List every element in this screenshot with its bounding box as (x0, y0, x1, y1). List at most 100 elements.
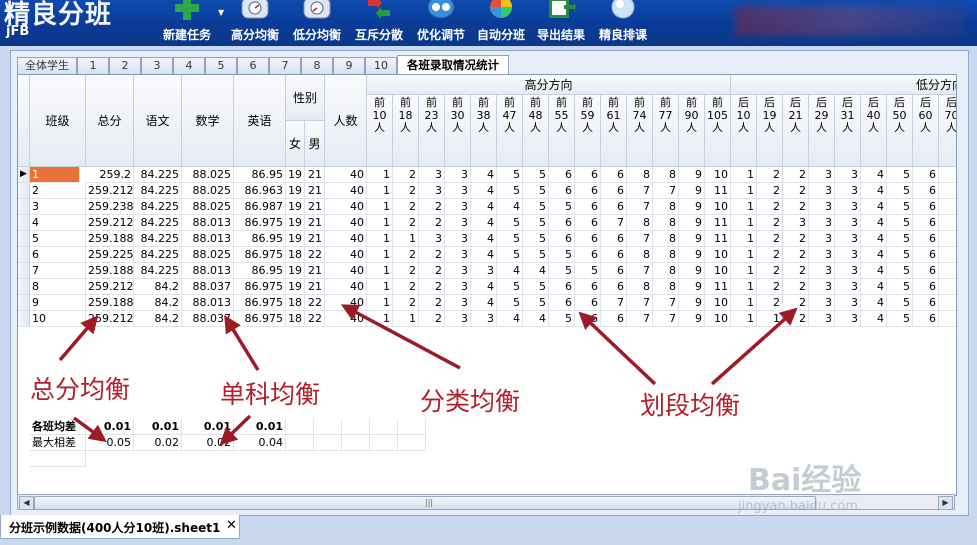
table-cell[interactable]: 4 (471, 215, 497, 231)
table-cell[interactable]: 5 (30, 231, 86, 247)
table-cell[interactable]: 2 (419, 263, 445, 279)
table-cell[interactable]: 8 (653, 231, 679, 247)
table-cell[interactable]: 6 (549, 183, 575, 199)
table-cell[interactable]: 86.975 (234, 215, 286, 231)
table-cell[interactable]: 6 (549, 295, 575, 311)
table-cell[interactable]: 1 (367, 167, 393, 183)
table-cell[interactable]: 2 (393, 263, 419, 279)
table-cell[interactable]: 3 (445, 199, 471, 215)
table-cell[interactable]: 1 (367, 215, 393, 231)
table-cell[interactable]: 6 (601, 183, 627, 199)
table-cell[interactable]: 21 (305, 167, 325, 183)
table-cell[interactable]: 1 (367, 279, 393, 295)
table-cell[interactable]: 4 (497, 199, 523, 215)
table-cell[interactable]: 2 (393, 199, 419, 215)
table-cell[interactable]: 86.95 (234, 263, 286, 279)
table-cell[interactable]: 5 (887, 279, 913, 295)
table-cell[interactable]: 4 (861, 247, 887, 263)
table-cell[interactable]: 86.975 (234, 247, 286, 263)
table-cell[interactable]: 7 (627, 295, 653, 311)
table-cell[interactable]: 8 (653, 247, 679, 263)
table-cell[interactable]: 5 (887, 247, 913, 263)
table-cell[interactable]: 3 (809, 247, 835, 263)
table-cell[interactable]: 1 (731, 167, 757, 183)
table-cell[interactable]: 19 (286, 231, 305, 247)
table-cell[interactable]: 21 (305, 199, 325, 215)
table-cell[interactable]: 6 (913, 231, 939, 247)
table-cell[interactable] (939, 247, 956, 263)
table-cell[interactable]: 5 (887, 215, 913, 231)
table-cell[interactable]: 259.212 (86, 183, 134, 199)
table-cell[interactable]: 8 (653, 279, 679, 295)
table-cell[interactable]: 9 (679, 167, 705, 183)
table-cell[interactable]: 259.188 (86, 231, 134, 247)
table-cell[interactable]: 84.225 (134, 215, 182, 231)
table-cell[interactable]: 2 (783, 167, 809, 183)
table-cell[interactable]: 2 (30, 183, 86, 199)
table-cell[interactable]: 259.212 (86, 215, 134, 231)
table-cell[interactable]: 2 (393, 215, 419, 231)
table-cell[interactable]: 5 (523, 199, 549, 215)
table-cell[interactable]: 8 (653, 199, 679, 215)
summary-value[interactable]: 0.05 (86, 435, 134, 451)
summary-value[interactable]: 0.02 (182, 435, 234, 451)
table-cell[interactable]: 40 (325, 263, 367, 279)
table-cell[interactable]: 21 (305, 279, 325, 295)
scroll-thumb[interactable]: ||| (34, 496, 816, 510)
table-cell[interactable]: 4 (861, 311, 887, 327)
table-cell[interactable]: 10 (705, 167, 731, 183)
table-cell[interactable]: 3 (419, 231, 445, 247)
table-cell[interactable]: 4 (471, 279, 497, 295)
summary-empty-cell[interactable] (30, 451, 86, 467)
table-cell[interactable]: 86.95 (234, 167, 286, 183)
table-cell[interactable]: 6 (575, 231, 601, 247)
table-cell[interactable]: 40 (325, 167, 367, 183)
table-cell[interactable]: 19 (286, 183, 305, 199)
table-cell[interactable]: 7 (627, 199, 653, 215)
table-cell[interactable]: 3 (809, 311, 835, 327)
summary-value[interactable]: 0.04 (234, 435, 286, 451)
table-cell[interactable]: 6 (575, 279, 601, 295)
table-cell[interactable]: 6 (913, 295, 939, 311)
table-cell[interactable]: 3 (835, 311, 861, 327)
table-cell[interactable]: 3 (445, 231, 471, 247)
table-cell[interactable]: 5 (523, 183, 549, 199)
table-cell[interactable]: 7 (627, 231, 653, 247)
summary-empty-cell[interactable] (286, 435, 314, 451)
table-cell[interactable]: 2 (783, 199, 809, 215)
table-cell[interactable]: 5 (523, 167, 549, 183)
table-cell[interactable]: 88.025 (182, 167, 234, 183)
table-cell[interactable]: 6 (601, 199, 627, 215)
table-cell[interactable]: 3 (445, 311, 471, 327)
table-cell[interactable]: 8 (30, 279, 86, 295)
table-cell[interactable]: 2 (783, 263, 809, 279)
table-cell[interactable]: 2 (783, 247, 809, 263)
table-cell[interactable]: 5 (887, 183, 913, 199)
table-cell[interactable]: 5 (497, 279, 523, 295)
table-cell[interactable] (939, 167, 956, 183)
summary-empty-cell[interactable] (314, 419, 342, 435)
close-icon[interactable]: ✕ (226, 518, 237, 533)
table-cell[interactable]: 5 (887, 231, 913, 247)
table-cell[interactable]: 10 (705, 247, 731, 263)
table-cell[interactable]: 1 (757, 311, 783, 327)
summary-empty-cell[interactable] (370, 435, 398, 451)
tab-class-6[interactable]: 6 (237, 57, 269, 74)
table-cell[interactable]: 86.975 (234, 295, 286, 311)
table-cell[interactable]: 2 (757, 215, 783, 231)
table-cell[interactable]: 88.037 (182, 311, 234, 327)
table-cell[interactable]: 6 (575, 215, 601, 231)
new-task-button[interactable]: 新建任务 (156, 0, 218, 46)
table-cell[interactable]: 3 (809, 263, 835, 279)
table-cell[interactable]: 11 (705, 183, 731, 199)
table-cell[interactable]: 3 (445, 279, 471, 295)
summary-value[interactable]: 0.01 (86, 419, 134, 435)
table-cell[interactable]: 8 (653, 215, 679, 231)
table-cell[interactable]: 4 (497, 263, 523, 279)
table-cell[interactable]: 8 (627, 167, 653, 183)
table-cell[interactable]: 10 (705, 263, 731, 279)
table-cell[interactable]: 2 (393, 295, 419, 311)
table-cell[interactable]: 6 (913, 279, 939, 295)
table-cell[interactable]: 3 (809, 199, 835, 215)
table-cell[interactable]: 4 (861, 167, 887, 183)
